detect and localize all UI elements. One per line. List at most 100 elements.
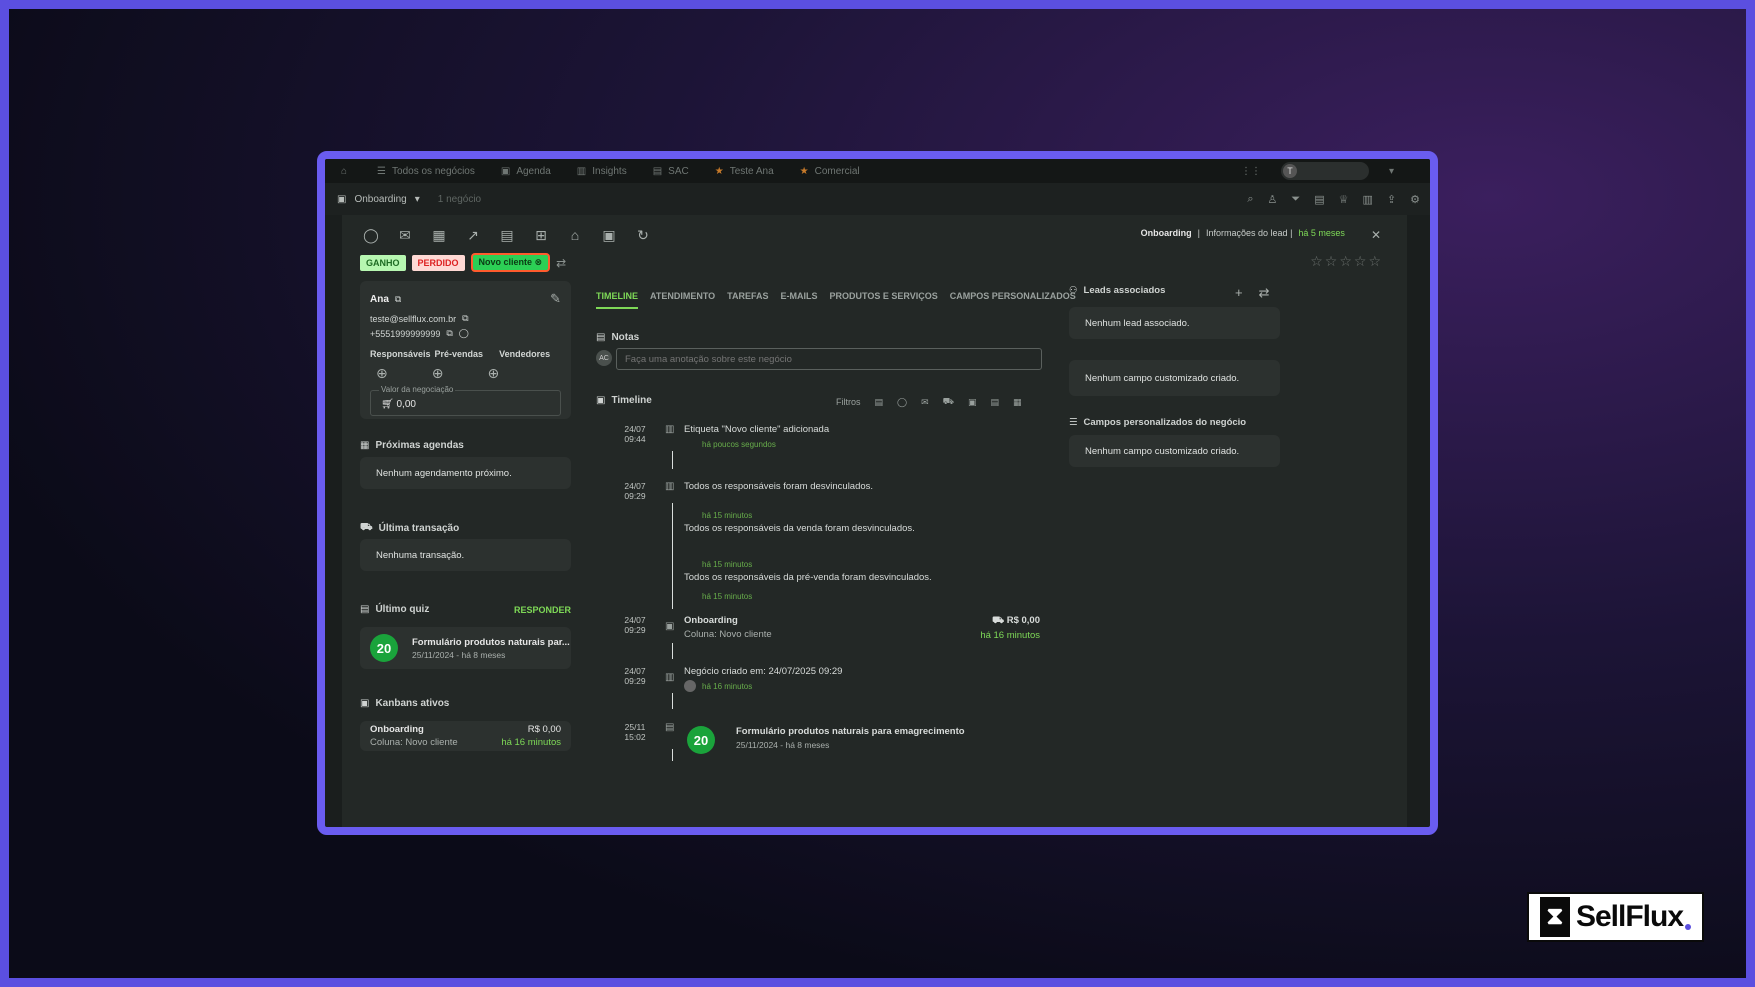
- tab-campos[interactable]: CAMPOS PERSONALIZADOS: [950, 291, 1076, 309]
- hourglass-icon: ⧗: [1539, 897, 1570, 937]
- users-icon: ⚇: [1069, 285, 1078, 296]
- pipeline-tools: ⌕ ♙ ⏷ ▤ ♕ ▥ ⇪ ⚙: [1247, 193, 1420, 206]
- nav-item-insights[interactable]: ▥ Insights: [577, 166, 627, 177]
- automation-icon[interactable]: ⊞: [532, 227, 550, 244]
- leads-empty: Nenhum lead associado.: [1069, 307, 1280, 339]
- avatar: T: [1282, 164, 1297, 178]
- arrow-up-right-icon[interactable]: ↗: [464, 227, 482, 244]
- kanban-icon[interactable]: ▣: [968, 397, 977, 408]
- copy-icon[interactable]: ⧉: [446, 328, 452, 339]
- kanban-icon: ▣: [337, 193, 347, 205]
- pipeline-select[interactable]: ▣ Onboarding ▾: [337, 194, 420, 205]
- deal-fields-empty: Nenhum campo customizado criado.: [1069, 435, 1280, 467]
- top-nav: ⌂ ☰ Todos os negócios ▣ Agenda ▥ Insights ▤…: [325, 159, 1430, 183]
- deal-value-label: Valor da negociação: [379, 385, 456, 394]
- kanban-icon: ▣: [360, 698, 370, 709]
- edit-icon[interactable]: ✎: [550, 291, 561, 307]
- add-pre-venda-button[interactable]: ⊕: [432, 365, 444, 382]
- lost-button[interactable]: PERDIDO: [411, 254, 465, 271]
- nav-item-teste-ana[interactable]: ★ Teste Ana: [715, 166, 774, 177]
- archive-icon[interactable]: ▤: [1314, 193, 1324, 206]
- quiz-icon[interactable]: ▤: [990, 397, 999, 408]
- tab-produtos[interactable]: PRODUTOS E SERVIÇOS: [830, 291, 938, 309]
- note-input[interactable]: [616, 348, 1042, 370]
- tab-atendimento[interactable]: ATENDIMENTO: [650, 291, 715, 309]
- email-icon[interactable]: ✉: [396, 227, 414, 244]
- chart-icon[interactable]: ▥: [1363, 193, 1373, 206]
- timeline-event: 24/07 09:29 ▥ Todos os responsáveis foram…: [624, 481, 874, 501]
- copy-icon[interactable]: ⧉: [462, 313, 468, 324]
- cart-icon: 🛒︎: [381, 399, 394, 410]
- cart-icon[interactable]: ⛟: [943, 396, 954, 408]
- calendar-icon[interactable]: ▦: [430, 227, 448, 244]
- timeline-event: há 15 minutos: [702, 592, 753, 601]
- quiz-respond-button[interactable]: RESPONDER: [514, 605, 571, 615]
- user-icon[interactable]: ♙: [1268, 193, 1278, 206]
- tab-bar: TIMELINE ATENDIMENTO TAREFAS E-MAILS PRO…: [596, 291, 1076, 309]
- whatsapp-icon[interactable]: ◯: [362, 227, 380, 244]
- won-button[interactable]: GANHO: [360, 254, 406, 271]
- quiz-name: Formulário produtos naturais par...: [412, 636, 570, 648]
- deal-modal: ◯ ✉ ▦ ↗ ▤ ⊞ ⌂ ▣ ↻ Onboarding | Informaçõ…: [342, 215, 1407, 827]
- whatsapp-icon[interactable]: ◯: [459, 328, 469, 339]
- tag-icon[interactable]: ⌂: [566, 227, 584, 244]
- timeline-event: 25/11 15:02 ▤ 20 Formulário produtos natu…: [620, 722, 1040, 756]
- cart-icon: ⛟: [992, 615, 1005, 626]
- email-icon[interactable]: ✉: [921, 397, 929, 408]
- timeline-title: ▣ Timeline: [596, 395, 652, 406]
- agenda-empty: Nenhum agendamento próximo.: [360, 457, 571, 489]
- user-menu[interactable]: T: [1280, 162, 1369, 180]
- form-icon[interactable]: ▤: [498, 227, 516, 244]
- search-icon[interactable]: ⌕: [1247, 193, 1253, 206]
- kanban-card[interactable]: Onboarding R$ 0,00 Coluna: Novo cliente há…: [360, 721, 571, 751]
- note-icon[interactable]: ▤: [875, 397, 884, 408]
- modal-header: Onboarding | Informações do lead | há 5 …: [1141, 228, 1381, 242]
- nav-item-todos[interactable]: ☰ Todos os negócios: [377, 166, 475, 177]
- chart-icon: ▥: [576, 165, 587, 177]
- swap-icon[interactable]: ⇄: [1259, 285, 1270, 301]
- close-icon[interactable]: ✕: [1371, 228, 1381, 242]
- apps-grid-icon[interactable]: ⋮⋮: [1241, 166, 1261, 177]
- kanban-value: R$ 0,00: [527, 724, 561, 735]
- swap-icon[interactable]: ⇄: [556, 256, 566, 270]
- add-lead-button[interactable]: +: [1235, 285, 1243, 301]
- star-icon: ★: [714, 165, 724, 177]
- add-vendedor-button[interactable]: ⊕: [487, 365, 499, 382]
- nav-item-sac[interactable]: ▤ SAC: [653, 166, 689, 177]
- sliders-icon: ☰: [1069, 417, 1078, 428]
- status-badge[interactable]: Novo cliente ⊗: [470, 253, 551, 272]
- add-responsavel-button[interactable]: ⊕: [376, 365, 388, 382]
- filters-label: Filtros: [836, 397, 861, 407]
- quiz-icon: ▤: [665, 722, 675, 733]
- tab-tarefas[interactable]: TAREFAS: [727, 291, 768, 309]
- kanban-column: Coluna: Novo cliente: [370, 737, 458, 748]
- tab-emails[interactable]: E-MAILS: [781, 291, 818, 309]
- nav-item-comercial[interactable]: ★ Comercial: [800, 166, 860, 177]
- trophy-icon[interactable]: ♕: [1339, 193, 1349, 206]
- kanban-name: Onboarding: [370, 724, 424, 735]
- header-pipeline: Onboarding: [1140, 228, 1192, 238]
- deal-value-field[interactable]: Valor da negociação 🛒︎ 0,00: [370, 385, 561, 416]
- refresh-icon[interactable]: ↻: [634, 227, 652, 244]
- tab-timeline[interactable]: TIMELINE: [596, 291, 638, 309]
- copy-icon[interactable]: ⧉: [395, 294, 401, 305]
- timeline-event: 24/07 09:44 ▥ Etiqueta "Novo cliente" adi…: [624, 424, 830, 449]
- whatsapp-icon[interactable]: ◯: [897, 397, 907, 408]
- sellflux-logo: ⧗ SellFlux: [1527, 892, 1704, 942]
- home-icon[interactable]: ⌂: [341, 166, 347, 177]
- quiz-title: ▤ Último quiz RESPONDER: [360, 604, 571, 615]
- quiz-icon: ▤: [360, 604, 370, 615]
- rating-stars[interactable]: ☆☆☆☆☆: [1310, 253, 1383, 270]
- filter-icon[interactable]: ⏷: [1291, 193, 1300, 206]
- upload-icon[interactable]: ⇪: [1387, 193, 1396, 206]
- nav-item-agenda[interactable]: ▣ Agenda: [501, 166, 551, 177]
- star-icon: ★: [799, 165, 809, 177]
- quiz-card[interactable]: 20 Formulário produtos naturais par... 2…: [360, 627, 571, 669]
- gear-icon[interactable]: ⚙: [1410, 193, 1420, 206]
- leads-actions: + ⇄: [1235, 285, 1270, 301]
- archive-icon[interactable]: ▣: [600, 227, 618, 244]
- app-window: ⌂ ☰ Todos os negócios ▣ Agenda ▥ Insights ▤…: [317, 151, 1438, 835]
- calendar-icon[interactable]: ▦: [1013, 397, 1022, 408]
- chevron-down-icon[interactable]: ▾: [1389, 166, 1394, 177]
- timeline-connector: [672, 643, 673, 659]
